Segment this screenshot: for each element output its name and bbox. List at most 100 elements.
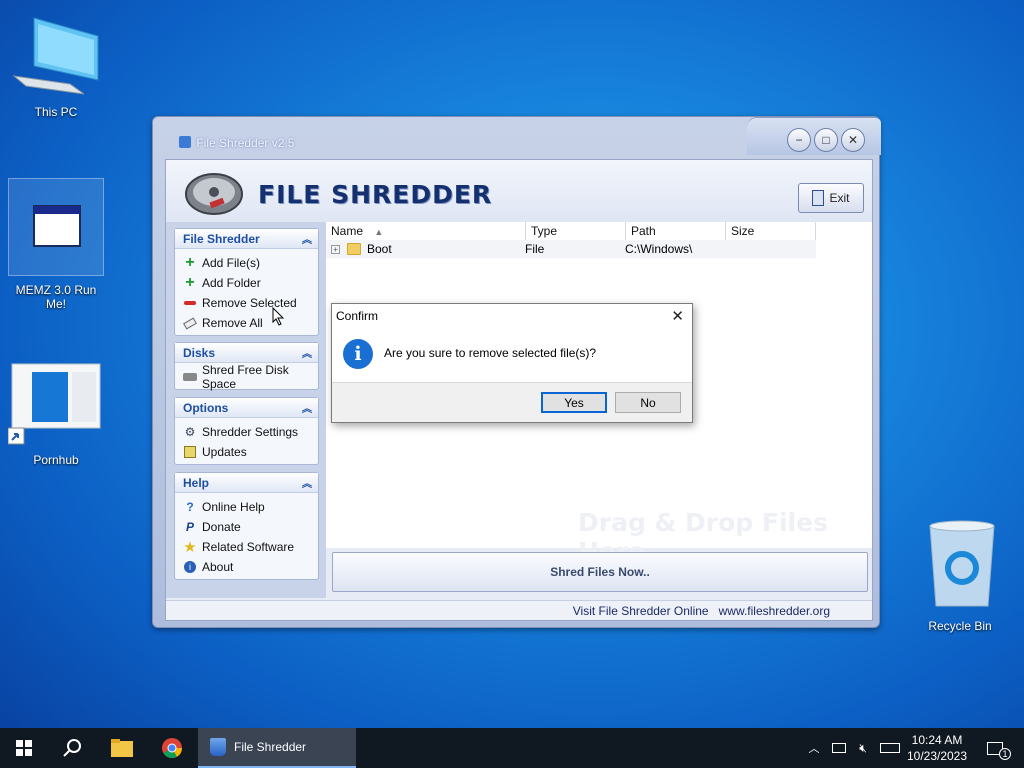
no-button[interactable]: No [615,392,681,413]
expand-icon[interactable]: + [331,244,340,254]
add-folder-button[interactable]: + Add Folder [175,273,318,293]
maximize-button[interactable]: □ [814,128,838,152]
taskbar-app-file-shredder[interactable]: File Shredder [198,728,356,768]
desktop-icon-recycle-bin[interactable]: Recycle Bin [912,520,1008,633]
column-header-size[interactable]: Size [726,222,816,240]
group-help: Help ︽ ? Online Help P Donate ★ Related … [174,472,319,580]
notifications-button[interactable]: 1 [980,728,1011,768]
shortcut-thumbnail-icon [7,363,101,445]
banner: FILE SHREDDER Exit [166,160,872,222]
table-row[interactable]: + Boot File C:\Windows\ [326,240,816,258]
online-help-button[interactable]: ? Online Help [175,497,318,517]
group-header[interactable]: Help ︽ [175,473,318,493]
desktop-icon-memz[interactable]: MEMZ 3.0 Run Me! [8,178,104,311]
volume-muted-icon: 🔇︎ [859,740,867,755]
updates-icon [183,445,197,459]
desktop-icon-label: Pornhub [33,453,79,467]
minimize-button[interactable]: − [787,128,811,152]
recycle-bin-icon [929,520,995,607]
folder-icon [347,243,361,255]
help-icon: ? [186,500,194,514]
task-sidebar: File Shredder ︽ + Add File(s) + Add Fold… [166,222,326,598]
desktop-icon-pornhub[interactable]: Pornhub [7,362,104,467]
desktop-icon-this-pc[interactable]: This PC [8,14,104,119]
chrome-icon [162,738,183,759]
column-header-type[interactable]: Type [526,222,626,240]
remove-all-button[interactable]: Remove All [175,313,318,333]
star-icon: ★ [183,539,197,556]
exit-button[interactable]: Exit [798,183,864,213]
keyboard-button[interactable] [878,728,902,768]
collapse-chevron-icon[interactable]: ︽ [302,475,312,490]
group-disks: Disks ︽ Shred Free Disk Space [174,342,319,391]
updates-button[interactable]: Updates [175,442,318,462]
notification-icon: 1 [987,741,1011,760]
group-header[interactable]: Disks ︽ [175,343,318,363]
start-button[interactable] [0,728,48,768]
plus-icon: + [185,274,195,291]
paypal-icon: P [185,520,194,534]
info-icon: i [343,339,373,369]
app-icon [179,136,191,148]
status-bar: Visit File Shredder Online www.fileshred… [166,600,872,620]
desktop-icon-label: This PC [34,105,78,119]
titlebar-controls: − □ ✕ [747,117,881,155]
close-button[interactable]: ✕ [841,128,865,152]
eraser-icon [183,316,197,330]
logo-text: FILE SHREDDER [258,180,493,209]
confirm-dialog: Confirm ✕ i Are you sure to remove selec… [331,303,693,423]
group-options: Options ︽ ⚙ Shredder Settings Updates [174,397,319,465]
volume-button[interactable]: 🔇︎ [854,728,872,768]
network-icon [832,743,846,753]
clock[interactable]: 10:24 AM 10/23/2023 [900,732,974,764]
shred-free-disk-space-button[interactable]: Shred Free Disk Space [175,363,318,391]
shredder-settings-button[interactable]: ⚙ Shredder Settings [175,422,318,442]
exit-door-icon [812,190,825,206]
collapse-chevron-icon[interactable]: ︽ [302,231,312,246]
group-header[interactable]: File Shredder ︽ [175,229,318,249]
dialog-message: Are you sure to remove selected file(s)? [384,346,597,360]
disk-icon [183,370,197,384]
column-header-path[interactable]: Path [626,222,726,240]
network-button[interactable] [830,728,848,768]
search-button[interactable] [48,728,96,768]
remove-selected-button[interactable]: Remove Selected [175,293,318,313]
about-button[interactable]: i About [175,557,318,577]
group-header[interactable]: Options ︽ [175,398,318,418]
close-icon: ✕ [847,133,859,147]
column-header-name[interactable]: Name ▲ [326,222,526,240]
shred-files-button[interactable]: Shred Files Now.. [332,552,868,592]
shredder-logo-icon [185,173,243,215]
taskbar: File Shredder ︿ 🔇︎ 10:24 AM 10/23/2023 1 [0,728,1024,768]
monitor-icon [12,17,99,95]
keyboard-icon [880,743,900,753]
minus-icon [183,296,197,310]
show-hidden-icons-button[interactable]: ︿ [806,728,822,768]
window-title: File Shredder v2.5 [179,136,294,150]
website-url-link[interactable]: www.fileshredder.org [719,604,830,618]
visit-website-link[interactable]: Visit File Shredder Online [573,604,709,618]
related-software-button[interactable]: ★ Related Software [175,537,318,557]
sort-ascending-icon: ▲ [374,227,384,237]
plus-icon: + [185,254,195,271]
chevron-up-icon: ︿ [808,743,820,755]
dialog-footer: Yes No [332,382,692,422]
search-icon [63,739,81,757]
chrome-button[interactable] [148,728,196,768]
info-icon: i [183,560,197,574]
add-files-button[interactable]: + Add File(s) [175,253,318,273]
desktop-icon-label: Recycle Bin [928,619,992,633]
collapse-chevron-icon[interactable]: ︽ [302,400,312,415]
collapse-chevron-icon[interactable]: ︽ [302,345,312,360]
maximize-icon: □ [822,133,830,147]
dialog-close-icon[interactable]: ✕ [671,307,684,325]
settings-icon: ⚙ [184,425,196,439]
dialog-title: Confirm [336,309,379,323]
minimize-icon: − [795,133,803,147]
file-shredder-app-icon [210,738,226,756]
yes-button[interactable]: Yes [541,392,607,413]
donate-button[interactable]: P Donate [175,517,318,537]
desktop-icon-label: MEMZ 3.0 Run Me! [15,283,97,311]
file-explorer-button[interactable] [98,728,146,768]
mouse-cursor-icon [272,307,285,326]
